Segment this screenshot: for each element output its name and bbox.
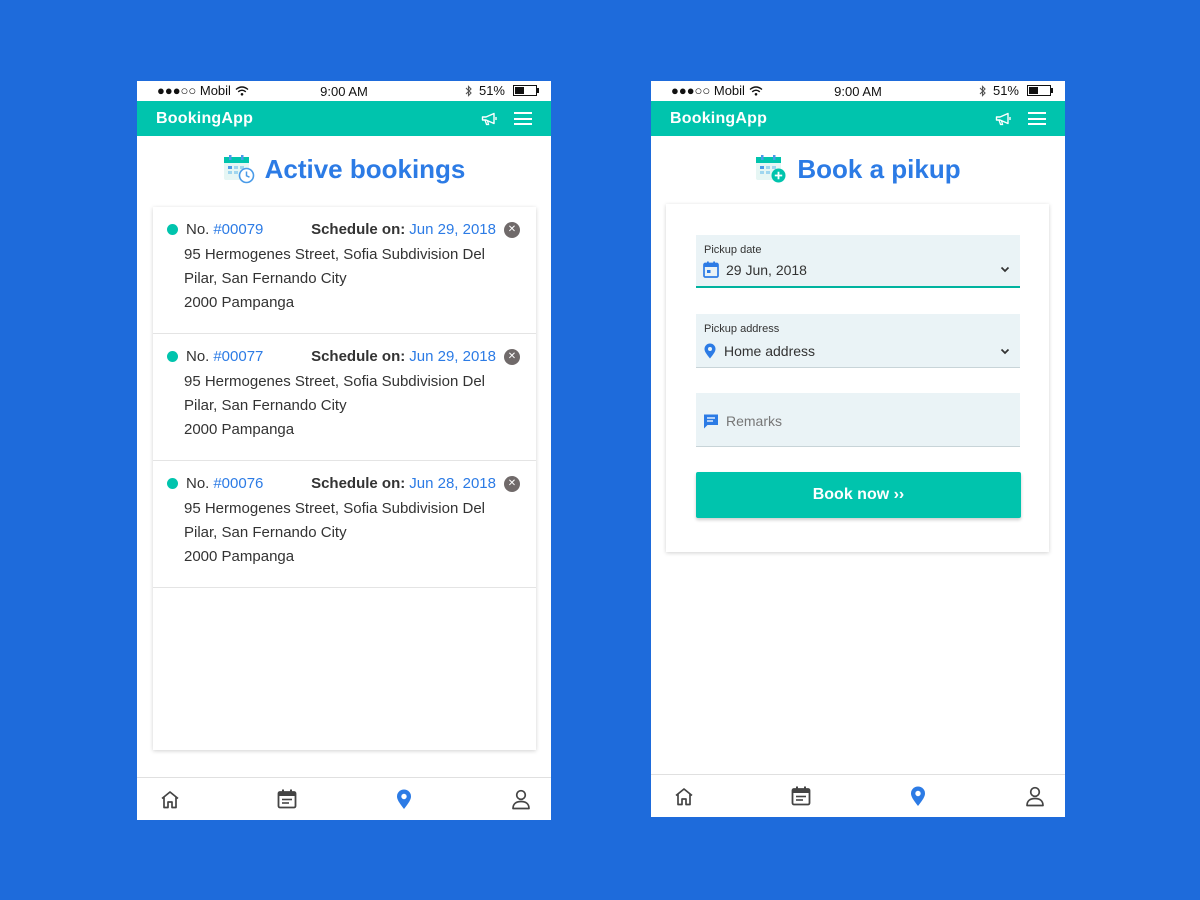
comment-icon — [704, 414, 718, 429]
chevron-down-icon[interactable] — [1000, 348, 1010, 355]
nav-location[interactable] — [392, 787, 416, 811]
battery-icon — [513, 85, 539, 96]
bluetooth-icon — [465, 84, 472, 97]
nav-profile[interactable] — [1023, 784, 1047, 808]
nav-home[interactable] — [672, 784, 696, 808]
active-status-dot — [167, 478, 178, 489]
address-line: 2000 Pampanga — [184, 548, 295, 565]
cancel-booking-close-icon[interactable]: ✕ — [504, 348, 520, 365]
booking-item[interactable]: No. #00076 Schedule on: Jun 28, 2018 ✕ 9… — [153, 461, 536, 588]
nav-home[interactable] — [158, 787, 182, 811]
megaphone-icon[interactable] — [995, 112, 1012, 126]
battery-icon — [1027, 85, 1053, 96]
cancel-booking-close-icon[interactable]: ✕ — [504, 221, 520, 238]
schedule-date: Jun 28, 2018 — [409, 475, 496, 492]
megaphone-icon[interactable] — [481, 112, 498, 126]
schedule-label: Schedule on: — [311, 221, 406, 238]
address-line: 95 Hermogenes Street, Sofia Subdivision … — [184, 500, 485, 517]
pickup-address-field[interactable]: Pickup address Home address — [696, 314, 1020, 368]
menu-icon[interactable] — [1028, 112, 1046, 125]
booking-number-label: No. — [186, 348, 210, 365]
chevron-down-icon[interactable] — [1000, 266, 1010, 273]
home-icon — [161, 790, 179, 808]
booking-address: 95 Hermogenes Street, Sofia Subdivision … — [167, 243, 520, 315]
battery-percent: 51% — [478, 83, 505, 98]
location-pin-icon — [704, 343, 716, 359]
battery-percent: 51% — [992, 83, 1019, 98]
booking-address: 95 Hermogenes Street, Sofia Subdivision … — [167, 497, 520, 569]
nav-calendar[interactable] — [275, 787, 299, 811]
bottom-nav — [137, 777, 551, 820]
menu-icon[interactable] — [514, 112, 532, 125]
address-line: 2000 Pampanga — [184, 294, 295, 311]
nav-calendar[interactable] — [789, 784, 813, 808]
status-right: 51% — [465, 83, 539, 98]
address-line: 95 Hermogenes Street, Sofia Subdivision … — [184, 246, 485, 263]
address-line: 2000 Pampanga — [184, 421, 295, 438]
user-icon — [512, 789, 530, 809]
remarks-placeholder: Remarks — [726, 413, 783, 429]
address-line: 95 Hermogenes Street, Sofia Subdivision … — [184, 373, 485, 390]
bottom-nav — [651, 774, 1065, 817]
home-icon — [675, 787, 693, 805]
pickup-form: Pickup date 29 Jun, 2018 Pickup address … — [666, 204, 1049, 552]
page-heading: Active bookings — [137, 136, 551, 202]
pickup-date-label: Pickup date — [704, 244, 762, 256]
booking-address: 95 Hermogenes Street, Sofia Subdivision … — [167, 370, 520, 442]
page-title: Book a pikup — [797, 153, 961, 184]
booking-number[interactable]: #00079 — [213, 221, 263, 238]
bluetooth-icon — [979, 84, 986, 97]
booking-item[interactable]: No. #00077 Schedule on: Jun 29, 2018 ✕ 9… — [153, 334, 536, 461]
location-pin-icon — [911, 786, 925, 806]
bookings-list: No. #00079 Schedule on: Jun 29, 2018 ✕ 9… — [153, 207, 536, 750]
book-pickup-screen: ●●●○○ Mobil 9:00 AM 51% BookingApp Book … — [651, 81, 1065, 817]
active-status-dot — [167, 224, 178, 235]
app-title: BookingApp — [156, 109, 254, 127]
pickup-date-field[interactable]: Pickup date 29 Jun, 2018 — [696, 235, 1020, 288]
nav-profile[interactable] — [509, 787, 533, 811]
app-bar: BookingApp — [137, 101, 551, 136]
address-line: Pilar, San Fernando City — [184, 270, 347, 287]
page-heading: Book a pikup — [651, 136, 1065, 202]
cancel-booking-close-icon[interactable]: ✕ — [504, 475, 520, 492]
calendar-icon — [791, 786, 811, 806]
active-status-dot — [167, 351, 178, 362]
nav-location[interactable] — [906, 784, 930, 808]
status-bar: ●●●○○ Mobil 9:00 AM 51% — [137, 81, 551, 101]
address-line: Pilar, San Fernando City — [184, 397, 347, 414]
booking-number[interactable]: #00077 — [213, 348, 263, 365]
booking-number-label: No. — [186, 475, 210, 492]
booking-number-label: No. — [186, 221, 210, 238]
active-bookings-screen: ●●●○○ Mobil 9:00 AM 51% BookingApp Activ… — [137, 81, 551, 820]
app-title: BookingApp — [670, 109, 768, 127]
pickup-date-value: 29 Jun, 2018 — [726, 261, 807, 278]
schedule-label: Schedule on: — [311, 348, 406, 365]
pickup-address-value: Home address — [724, 343, 816, 359]
page-title: Active bookings — [264, 153, 466, 184]
schedule-date: Jun 29, 2018 — [409, 221, 496, 238]
status-bar: ●●●○○ Mobil 9:00 AM 51% — [651, 81, 1065, 101]
user-icon — [1026, 786, 1044, 806]
calendar-add-icon — [756, 155, 786, 183]
book-now-button[interactable]: Book now ›› — [696, 472, 1021, 518]
calendar-clock-icon — [223, 155, 254, 184]
booking-number[interactable]: #00076 — [213, 475, 263, 492]
schedule-label: Schedule on: — [311, 475, 406, 492]
status-right: 51% — [979, 83, 1053, 98]
location-pin-icon — [397, 789, 411, 809]
booking-item[interactable]: No. #00079 Schedule on: Jun 29, 2018 ✕ 9… — [153, 207, 536, 334]
calendar-icon — [703, 261, 719, 278]
remarks-field[interactable]: Remarks — [696, 393, 1020, 447]
schedule-date: Jun 29, 2018 — [409, 348, 496, 365]
address-line: Pilar, San Fernando City — [184, 524, 347, 541]
calendar-icon — [277, 789, 297, 809]
app-bar: BookingApp — [651, 101, 1065, 136]
pickup-address-label: Pickup address — [704, 323, 780, 335]
